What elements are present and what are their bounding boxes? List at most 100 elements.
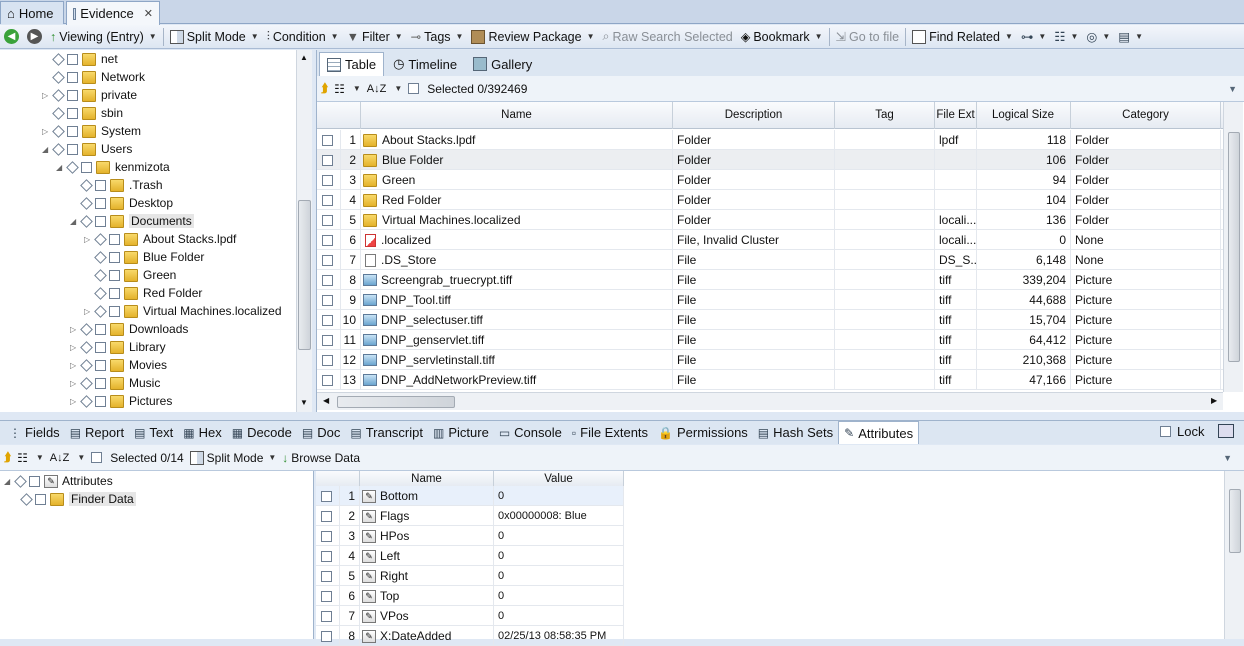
scroll-down-icon[interactable]: ▼ — [300, 398, 308, 407]
column-set-icon[interactable]: ☷ — [17, 451, 28, 465]
column-set-icon[interactable]: ☷ — [334, 82, 345, 96]
row-checkbox[interactable] — [322, 374, 333, 386]
tree-checkbox[interactable] — [109, 233, 120, 245]
lock-toggle[interactable]: Lock — [1160, 424, 1204, 439]
row-checkbox-cell[interactable] — [317, 330, 341, 350]
row-checkbox-cell[interactable] — [317, 150, 341, 170]
tree-checkbox[interactable] — [67, 107, 78, 119]
table-row[interactable]: 7 .DS_Store File DS_S... 6,148 None — [317, 250, 1223, 270]
column-header[interactable]: Category — [1071, 102, 1221, 129]
tags-dropdown[interactable]: ⊸ Tags ▼ — [407, 26, 468, 48]
tree-node[interactable]: .Trash — [70, 176, 163, 194]
tab-console[interactable]: ▭ Console — [494, 421, 567, 444]
back-button[interactable]: ◀ — [0, 26, 23, 48]
tree-node[interactable]: ▷ private — [42, 86, 137, 104]
chevron-down-icon[interactable]: ▼ — [36, 453, 44, 462]
tree-checkbox[interactable] — [67, 71, 78, 83]
row-checkbox[interactable] — [321, 510, 332, 522]
row-checkbox[interactable] — [321, 530, 332, 542]
row-checkbox[interactable] — [321, 490, 332, 502]
row-checkbox[interactable] — [321, 590, 332, 602]
expand-icon[interactable]: ▷ — [70, 325, 80, 334]
tab-timeline[interactable]: ◷ Timeline — [386, 52, 464, 76]
row-checkbox-cell[interactable] — [317, 270, 341, 290]
row-checkbox-cell[interactable] — [317, 130, 341, 150]
detach-window-icon[interactable] — [1218, 424, 1234, 438]
row-checkbox-cell[interactable] — [316, 546, 340, 566]
tree-checkbox[interactable] — [67, 125, 78, 137]
attribute-row[interactable]: 4 ✎ Left 0 — [316, 546, 624, 566]
tab-doc[interactable]: ▤ Doc — [297, 421, 345, 444]
tree-checkbox[interactable] — [52, 70, 65, 84]
tree-checkbox[interactable] — [94, 232, 107, 246]
expand-icon[interactable]: ▷ — [70, 397, 80, 406]
tree-node-finder-data[interactable]: Finder Data — [20, 490, 136, 508]
tree-checkbox[interactable] — [95, 395, 106, 407]
attribute-row[interactable]: 5 ✎ Right 0 — [316, 566, 624, 586]
row-checkbox-cell[interactable] — [317, 230, 341, 250]
row-checkbox-cell[interactable] — [317, 210, 341, 230]
row-checkbox[interactable] — [322, 274, 333, 286]
tree-checkbox[interactable] — [14, 474, 27, 488]
column-header[interactable]: Tag — [835, 102, 935, 129]
tree-checkbox[interactable] — [94, 250, 107, 264]
table-vscroll-thumb[interactable] — [1228, 132, 1240, 362]
export-dropdown[interactable]: ▤ ▼ — [1114, 26, 1147, 48]
column-header[interactable]: Value — [494, 471, 624, 487]
scroll-right-icon[interactable]: ▶ — [1211, 396, 1217, 405]
row-checkbox-cell[interactable] — [317, 310, 341, 330]
close-icon[interactable]: ✕ — [144, 7, 153, 20]
tree-node[interactable]: ▷ Downloads — [70, 320, 188, 338]
tree-node[interactable]: ◢ kenmizota — [56, 158, 170, 176]
tree-checkbox[interactable] — [52, 88, 65, 102]
tree-checkbox[interactable] — [95, 197, 106, 209]
tree-checkbox[interactable] — [80, 214, 93, 228]
tree-checkbox[interactable] — [67, 53, 78, 65]
collapse-icon[interactable]: ▼ — [1223, 453, 1232, 463]
column-header[interactable]: Name — [360, 471, 494, 487]
tab-decode[interactable]: ▦ Decode — [227, 421, 297, 444]
tree-checkbox[interactable] — [109, 305, 120, 317]
tree-node[interactable]: ▷ Library — [70, 338, 166, 356]
forward-button[interactable]: ▶ — [23, 26, 46, 48]
table-hscrollbar[interactable]: ◀ ▶ — [317, 392, 1223, 410]
tree-checkbox[interactable] — [35, 493, 46, 505]
tree-scrollbar[interactable]: ▲ ▼ — [296, 50, 312, 412]
expand-icon[interactable]: ◢ — [70, 217, 80, 226]
tab-permissions[interactable]: 🔒 Permissions — [653, 421, 753, 444]
attribute-row[interactable]: 8 ✎ X:DateAdded 02/25/13 08:58:35 PM — [316, 626, 624, 646]
tree-checkbox[interactable] — [80, 178, 93, 192]
table-row[interactable]: 2 Blue Folder Folder 106 Folder — [317, 150, 1223, 170]
table-row[interactable]: 10 DNP_selectuser.tiff File tiff 15,704 Pictu… — [317, 310, 1223, 330]
tree-checkbox[interactable] — [80, 340, 93, 354]
attributes-scroll-thumb[interactable] — [1229, 489, 1241, 553]
column-header[interactable]: Name — [361, 102, 673, 129]
tree-checkbox[interactable] — [52, 142, 65, 156]
scroll-left-icon[interactable]: ◀ — [323, 396, 329, 405]
tab-report[interactable]: ▤ Report — [65, 421, 129, 444]
row-checkbox-cell[interactable] — [317, 170, 341, 190]
disk-dropdown[interactable]: ◎ ▼ — [1082, 26, 1114, 48]
column-header[interactable]: Logical Size — [976, 102, 1071, 129]
expand-icon[interactable]: ▷ — [84, 235, 94, 244]
select-all-checkbox[interactable] — [408, 83, 420, 94]
bookmark-dropdown[interactable]: ◈ Bookmark ▼ — [737, 26, 827, 48]
table-row[interactable]: 5 Virtual Machines.localized Folder locali.… — [317, 210, 1223, 230]
tree-checkbox[interactable] — [66, 160, 79, 174]
tree-checkbox[interactable] — [95, 359, 106, 371]
split-mode-dropdown[interactable]: Split Mode ▼ — [166, 26, 263, 48]
tab-gallery[interactable]: Gallery — [466, 52, 539, 76]
tab-attributes[interactable]: ✎ Attributes — [838, 421, 920, 444]
row-checkbox-cell[interactable] — [317, 290, 341, 310]
tab-hash-sets[interactable]: ▤ Hash Sets — [753, 421, 838, 444]
tree-checkbox[interactable] — [52, 52, 65, 66]
table-row[interactable]: 9 DNP_Tool.tiff File tiff 44,688 Picture — [317, 290, 1223, 310]
tree-node[interactable]: ◢ Documents — [70, 212, 194, 230]
tree-checkbox[interactable] — [94, 286, 107, 300]
row-checkbox-cell[interactable] — [317, 350, 341, 370]
row-checkbox[interactable] — [321, 630, 332, 642]
expand-icon[interactable]: ◢ — [42, 145, 52, 154]
tree-node[interactable]: Green — [84, 266, 176, 284]
row-checkbox[interactable] — [322, 334, 333, 346]
tab-picture[interactable]: ▥ Picture — [428, 421, 494, 444]
